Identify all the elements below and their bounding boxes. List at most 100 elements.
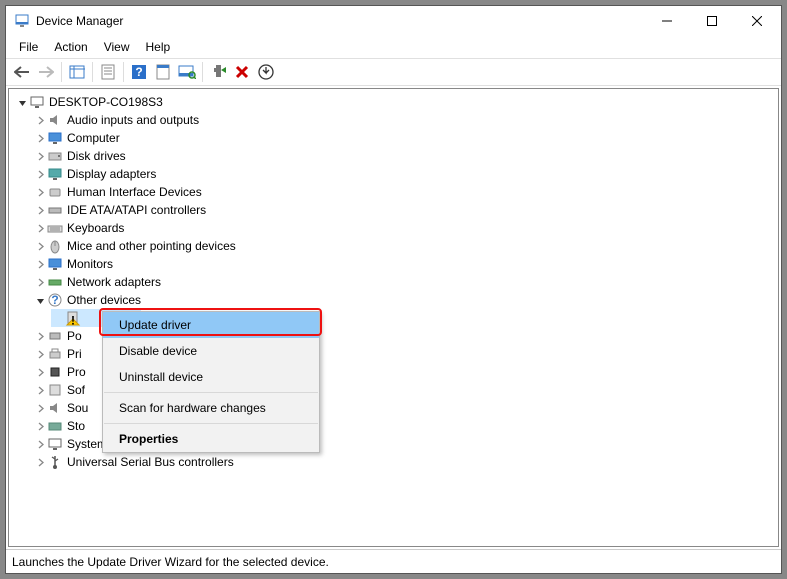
chevron-right-icon[interactable] [33, 386, 47, 395]
chevron-right-icon[interactable] [33, 458, 47, 467]
unknown-device-warning-icon: ! [65, 310, 81, 326]
minimize-button[interactable] [644, 7, 689, 35]
tree-category[interactable]: Human Interface Devices [11, 183, 776, 201]
tree-label: Other devices [67, 293, 141, 307]
toolbar-separator [202, 62, 203, 82]
tree-label: Pro [67, 365, 86, 379]
chevron-right-icon[interactable] [33, 224, 47, 233]
toolbar-separator [92, 62, 93, 82]
tree-label: IDE ATA/ATAPI controllers [67, 203, 206, 217]
svg-text:?: ? [135, 65, 142, 79]
tree-category[interactable]: Mice and other pointing devices [11, 237, 776, 255]
window-title: Device Manager [36, 14, 644, 28]
tree-label: Display adapters [67, 167, 156, 181]
chevron-right-icon[interactable] [33, 116, 47, 125]
tree-category-other-devices[interactable]: ? Other devices [11, 291, 776, 309]
tree-label: Universal Serial Bus controllers [67, 455, 234, 469]
tree-label: Computer [67, 131, 120, 145]
ctx-scan-hardware[interactable]: Scan for hardware changes [103, 395, 319, 421]
chevron-right-icon[interactable] [33, 404, 47, 413]
chevron-right-icon[interactable] [33, 368, 47, 377]
tree-category[interactable]: IDE ATA/ATAPI controllers [11, 201, 776, 219]
chevron-right-icon[interactable] [33, 260, 47, 269]
port-icon [47, 328, 63, 344]
tree-category[interactable]: Monitors [11, 255, 776, 273]
svg-text:!: ! [71, 314, 75, 327]
hid-icon [47, 184, 63, 200]
back-button[interactable] [10, 60, 34, 84]
software-icon [47, 382, 63, 398]
toolbar: ? [6, 58, 781, 86]
tree-category[interactable]: Computer [11, 129, 776, 147]
chevron-right-icon[interactable] [33, 278, 47, 287]
tree-category[interactable]: Audio inputs and outputs [11, 111, 776, 129]
chevron-down-icon[interactable] [33, 296, 47, 305]
chevron-right-icon[interactable] [33, 170, 47, 179]
sheet-button[interactable] [151, 60, 175, 84]
monitor-icon [47, 256, 63, 272]
ctx-properties[interactable]: Properties [103, 426, 319, 452]
status-text: Launches the Update Driver Wizard for th… [12, 555, 329, 569]
tree-label: Human Interface Devices [67, 185, 202, 199]
close-button[interactable] [734, 7, 779, 35]
display-icon [47, 166, 63, 182]
cpu-icon [47, 364, 63, 380]
usb-icon [47, 454, 63, 470]
tree-label: Keyboards [67, 221, 124, 235]
printer-icon [47, 346, 63, 362]
chevron-right-icon[interactable] [33, 422, 47, 431]
menu-action[interactable]: Action [47, 38, 94, 56]
computer-icon [29, 94, 45, 110]
storage-icon [47, 418, 63, 434]
maximize-button[interactable] [689, 7, 734, 35]
chevron-right-icon[interactable] [33, 152, 47, 161]
chevron-right-icon[interactable] [33, 440, 47, 449]
ctx-separator [104, 423, 318, 424]
titlebar: Device Manager [6, 6, 781, 36]
ctx-separator [104, 392, 318, 393]
network-icon [47, 274, 63, 290]
speaker-icon [47, 112, 63, 128]
ctx-update-driver[interactable]: Update driver [103, 312, 319, 338]
tree-label: Audio inputs and outputs [67, 113, 199, 127]
tree-label: Sto [67, 419, 85, 433]
tree-label: Disk drives [67, 149, 126, 163]
toolbar-separator [123, 62, 124, 82]
svg-text:?: ? [51, 293, 58, 307]
other-devices-icon: ? [47, 292, 63, 308]
chevron-right-icon[interactable] [33, 350, 47, 359]
menu-view[interactable]: View [97, 38, 137, 56]
tree-category[interactable]: Network adapters [11, 273, 776, 291]
tree-label: Sof [67, 383, 85, 397]
uninstall-device-button[interactable] [230, 60, 254, 84]
properties-button[interactable] [96, 60, 120, 84]
chevron-right-icon[interactable] [33, 134, 47, 143]
enable-device-button[interactable] [206, 60, 230, 84]
app-icon [14, 13, 30, 29]
drive-icon [47, 148, 63, 164]
show-hide-tree-button[interactable] [65, 60, 89, 84]
ctx-disable-device[interactable]: Disable device [103, 338, 319, 364]
system-icon [47, 436, 63, 452]
chevron-down-icon[interactable] [15, 98, 29, 107]
ctx-uninstall-device[interactable]: Uninstall device [103, 364, 319, 390]
scan-changes-button[interactable] [254, 60, 278, 84]
help-button[interactable]: ? [127, 60, 151, 84]
chevron-right-icon[interactable] [33, 188, 47, 197]
mouse-icon [47, 238, 63, 254]
chevron-right-icon[interactable] [33, 242, 47, 251]
chevron-right-icon[interactable] [33, 206, 47, 215]
tree-category[interactable]: Display adapters [11, 165, 776, 183]
statusbar: Launches the Update Driver Wizard for th… [6, 549, 781, 573]
tree-pane[interactable]: DESKTOP-CO198S3 Audio inputs and outputs… [8, 88, 779, 547]
chevron-right-icon[interactable] [33, 332, 47, 341]
menu-file[interactable]: File [12, 38, 45, 56]
scan-hardware-button[interactable] [175, 60, 199, 84]
forward-button[interactable] [34, 60, 58, 84]
tree-category[interactable]: Disk drives [11, 147, 776, 165]
tree-category[interactable]: Keyboards [11, 219, 776, 237]
tree-root-label: DESKTOP-CO198S3 [49, 95, 163, 109]
tree-root[interactable]: DESKTOP-CO198S3 [11, 93, 776, 111]
tree-category[interactable]: Universal Serial Bus controllers [11, 453, 776, 471]
menu-help[interactable]: Help [139, 38, 178, 56]
